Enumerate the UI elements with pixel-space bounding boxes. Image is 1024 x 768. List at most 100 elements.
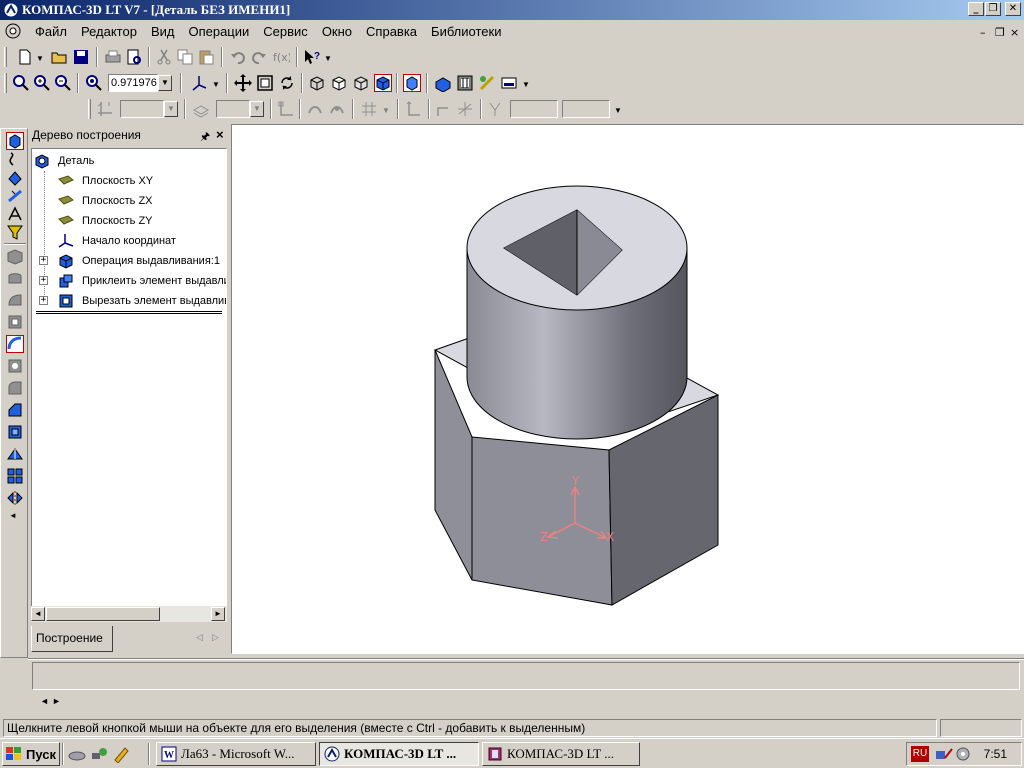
menu-view[interactable]: Вид bbox=[144, 24, 182, 39]
mdi-close-button[interactable]: × bbox=[1010, 26, 1019, 39]
help-dropdown-arrow[interactable]: ▼ bbox=[324, 54, 332, 63]
tree-item-cut[interactable]: Вырезать элемент выдавливания:1 bbox=[58, 291, 226, 311]
wireframe-icon[interactable] bbox=[308, 74, 326, 92]
menu-operations[interactable]: Операции bbox=[181, 24, 256, 39]
more-tools-arrow[interactable]: ◄ bbox=[9, 511, 17, 520]
array-icon[interactable] bbox=[6, 467, 24, 485]
print-preview-icon[interactable] bbox=[125, 48, 143, 66]
round-icon[interactable] bbox=[434, 100, 452, 118]
show-all-icon[interactable] bbox=[256, 74, 274, 92]
shaded-icon[interactable] bbox=[374, 74, 392, 92]
settings-view-dropdown-arrow[interactable]: ▼ bbox=[522, 80, 530, 89]
zoom-out-icon[interactable] bbox=[54, 74, 72, 92]
style-field-1[interactable] bbox=[120, 100, 164, 118]
perspective-icon[interactable] bbox=[403, 74, 421, 92]
new-file-icon[interactable] bbox=[16, 48, 34, 66]
toolbar-grip[interactable] bbox=[4, 47, 7, 67]
expand-boss-toggle[interactable]: + bbox=[39, 276, 48, 285]
rib-icon[interactable] bbox=[6, 445, 24, 463]
context-help-icon[interactable]: ? bbox=[303, 48, 321, 66]
scroll-right-button[interactable]: ► bbox=[211, 607, 225, 621]
tree-close-icon[interactable]: × bbox=[216, 127, 224, 142]
model-properties-icon[interactable] bbox=[434, 74, 452, 92]
minimize-button[interactable]: _ bbox=[968, 2, 984, 16]
style-field-2[interactable] bbox=[216, 100, 250, 118]
filter-icon[interactable] bbox=[6, 223, 24, 241]
tray-network-icon[interactable] bbox=[935, 746, 953, 762]
quicklaunch-desktop-icon[interactable] bbox=[68, 747, 86, 761]
tab-scroll-right[interactable]: ▷ bbox=[212, 632, 219, 643]
extrude-icon[interactable] bbox=[6, 247, 24, 265]
save-icon[interactable] bbox=[72, 48, 90, 66]
redo-icon[interactable] bbox=[250, 48, 268, 66]
toolbar-grip[interactable] bbox=[88, 99, 91, 119]
model-tree-icon[interactable] bbox=[456, 74, 474, 92]
menu-help[interactable]: Справка bbox=[359, 24, 424, 39]
cut-extrude-icon[interactable] bbox=[6, 335, 24, 353]
model-viewport[interactable]: Y X Z bbox=[231, 124, 1024, 654]
tab-build[interactable]: Построение bbox=[31, 626, 113, 652]
tab-scroll-left[interactable]: ◁ bbox=[196, 632, 203, 643]
kompas-app-icon[interactable] bbox=[3, 2, 19, 18]
hidden-thin-lines-icon[interactable] bbox=[352, 74, 370, 92]
cursor-x-field[interactable] bbox=[510, 100, 558, 118]
settings-view-icon[interactable] bbox=[500, 74, 518, 92]
function-icon[interactable]: f(x) bbox=[272, 48, 290, 66]
menu-libraries[interactable]: Библиотеки bbox=[424, 24, 508, 39]
snap-icon[interactable] bbox=[306, 100, 324, 118]
property-scroll-right[interactable]: ► bbox=[52, 696, 61, 706]
close-button[interactable]: ✕ bbox=[1005, 2, 1021, 16]
tree-item-root[interactable]: Деталь bbox=[34, 151, 94, 171]
loft-icon[interactable] bbox=[6, 313, 24, 331]
chamfer-icon[interactable] bbox=[6, 401, 24, 419]
snap-local-icon[interactable] bbox=[328, 100, 346, 118]
menu-window[interactable]: Окно bbox=[315, 24, 359, 39]
mdi-minimize-button[interactable]: – bbox=[980, 26, 986, 39]
layers-icon[interactable] bbox=[192, 100, 210, 118]
tree-item-extrude[interactable]: Операция выдавливания:1 bbox=[58, 251, 220, 271]
dimensions-icon[interactable] bbox=[6, 187, 24, 205]
zoom-scale-icon[interactable] bbox=[85, 74, 103, 92]
task-kompas-active[interactable]: КОМПАС-3D LT ... bbox=[319, 742, 479, 766]
tree-item-boss[interactable]: Приклеить элемент выдавливания:1 bbox=[58, 271, 226, 291]
zoom-scale-field[interactable]: 0.971976 bbox=[108, 74, 158, 92]
style-dropdown-1[interactable]: ▼ bbox=[164, 101, 178, 117]
pan-icon[interactable] bbox=[234, 74, 252, 92]
tree-item-plane-zx[interactable]: Плоскость ZX bbox=[58, 191, 153, 211]
language-indicator[interactable]: RU bbox=[911, 746, 929, 762]
edit-part-icon[interactable] bbox=[6, 132, 24, 150]
toolbar-grip[interactable] bbox=[4, 73, 7, 93]
tree-item-plane-zy[interactable]: Плоскость ZY bbox=[58, 211, 153, 231]
copy-icon[interactable] bbox=[176, 48, 194, 66]
document-system-icon[interactable] bbox=[4, 22, 22, 40]
spatial-curves-icon[interactable] bbox=[6, 205, 24, 223]
zoom-in-icon[interactable] bbox=[33, 74, 51, 92]
paste-icon[interactable] bbox=[197, 48, 215, 66]
tree-item-origin[interactable]: Начало координат bbox=[58, 231, 176, 251]
quicklaunch-pencil-icon[interactable] bbox=[112, 745, 130, 763]
grid-icon[interactable] bbox=[360, 100, 378, 118]
task-word[interactable]: W Ла63 - Microsoft W... bbox=[156, 742, 316, 766]
hidden-lines-icon[interactable] bbox=[330, 74, 348, 92]
hole-icon[interactable] bbox=[6, 357, 24, 375]
expand-cut-toggle[interactable]: + bbox=[39, 296, 48, 305]
hex-nut-model[interactable] bbox=[433, 185, 720, 606]
cursor-dropdown-arrow[interactable]: ▼ bbox=[614, 106, 622, 115]
zoom-window-icon[interactable] bbox=[12, 74, 30, 92]
property-panel-grip[interactable] bbox=[4, 700, 24, 706]
local-cs-icon[interactable] bbox=[277, 100, 295, 118]
property-scroll-left[interactable]: ◄ bbox=[40, 696, 49, 706]
point-grid-icon[interactable] bbox=[96, 100, 114, 118]
scroll-thumb[interactable] bbox=[46, 607, 160, 621]
scroll-left-button[interactable]: ◄ bbox=[31, 607, 45, 621]
pin-icon[interactable]: 🖈 bbox=[200, 128, 210, 147]
measure-icon[interactable] bbox=[478, 74, 496, 92]
undo-icon[interactable] bbox=[229, 48, 247, 66]
zoom-scale-dropdown[interactable]: ▼ bbox=[158, 75, 172, 91]
style-dropdown-2[interactable]: ▼ bbox=[250, 101, 264, 117]
ortho-icon[interactable] bbox=[404, 100, 422, 118]
orientation-icon[interactable] bbox=[190, 74, 208, 92]
menu-file[interactable]: Файл bbox=[28, 24, 74, 39]
tray-volume-icon[interactable] bbox=[955, 746, 973, 762]
restore-button[interactable]: ❐ bbox=[985, 2, 1001, 16]
